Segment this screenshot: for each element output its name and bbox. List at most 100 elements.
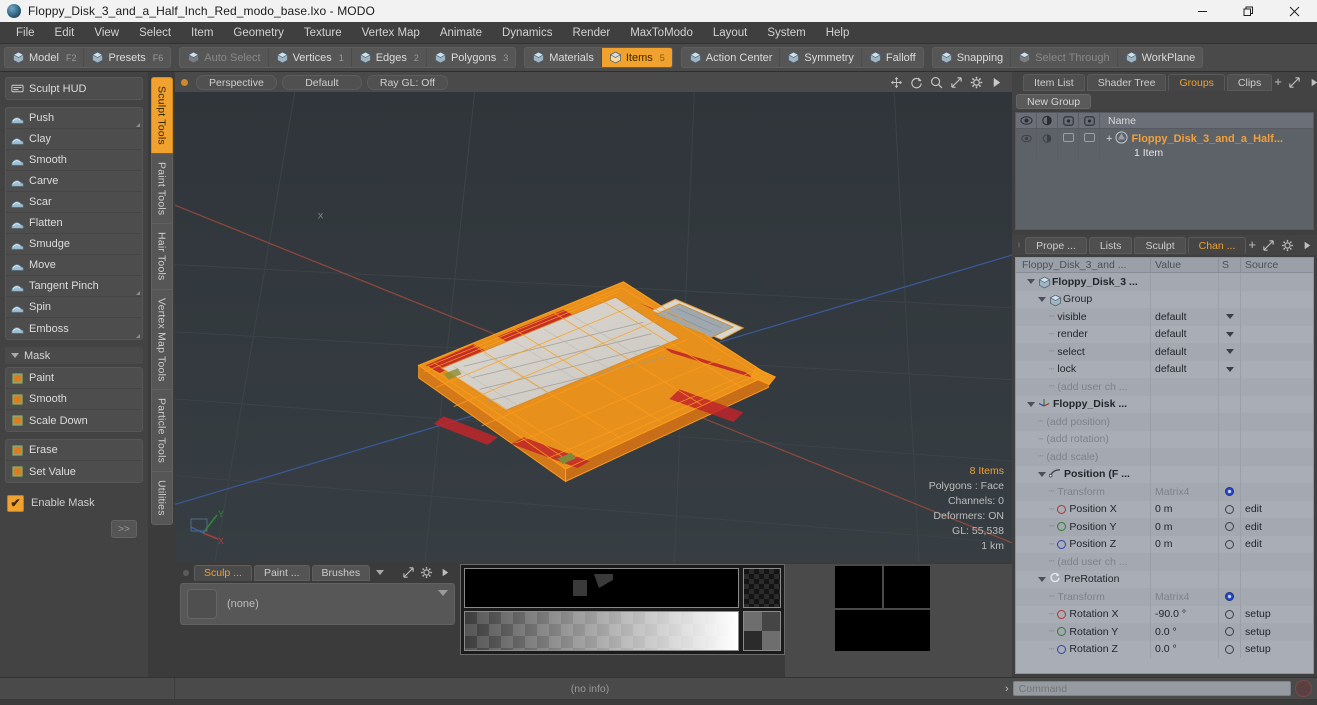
channel-state-cell[interactable]: [1219, 273, 1241, 291]
right-tab-clips[interactable]: Clips: [1226, 73, 1273, 91]
channel-name-cell[interactable]: PreRotation: [1016, 570, 1151, 588]
menu-texture[interactable]: Texture: [294, 22, 352, 44]
sculpt-tool-clay[interactable]: Clay: [6, 129, 142, 150]
channel-value-cell[interactable]: 0 m: [1151, 535, 1219, 553]
channel-name-cell[interactable]: ┄ Rotation Z: [1016, 640, 1151, 658]
channel-source-cell[interactable]: setup: [1241, 641, 1313, 659]
channel-value-cell[interactable]: -90.0 °: [1151, 605, 1219, 623]
channel-value-cell[interactable]: Matrix4: [1151, 483, 1219, 501]
channel-name-cell[interactable]: ┄ (add user ch ...: [1016, 553, 1151, 571]
gear-icon[interactable]: [1224, 486, 1235, 497]
vtab-sculpt-tools[interactable]: Sculpt Tools: [150, 77, 173, 153]
channel-row[interactable]: Position (F ...: [1016, 465, 1313, 484]
expand-plus-icon[interactable]: +: [1106, 133, 1112, 145]
channel-row[interactable]: ┄ (add position): [1016, 413, 1313, 431]
toolbar-button-items[interactable]: Items 5: [601, 48, 672, 67]
channel-state-cell[interactable]: [1219, 623, 1241, 641]
chevron-down-icon[interactable]: [1225, 331, 1234, 337]
channel-value-cell[interactable]: [1151, 290, 1219, 308]
channel-tab-3[interactable]: Chan ...: [1187, 236, 1247, 254]
channel-state-cell[interactable]: [1219, 465, 1241, 483]
menu-animate[interactable]: Animate: [430, 22, 492, 44]
tool-popup-corner-icon[interactable]: [136, 334, 140, 338]
channel-value-cell[interactable]: default: [1151, 360, 1219, 378]
menu-view[interactable]: View: [84, 22, 129, 44]
menu-dynamics[interactable]: Dynamics: [492, 22, 562, 44]
menu-item[interactable]: Item: [181, 22, 223, 44]
gradient-editor[interactable]: [460, 564, 785, 655]
channel-name-cell[interactable]: ┄ Position Z: [1016, 535, 1151, 553]
sculpt-tool-flatten[interactable]: Flatten: [6, 213, 142, 234]
channel-keyframe-icon[interactable]: [1225, 522, 1234, 532]
viewport-3d[interactable]: x Y X 8 Items Polygons: Face Channels: …: [175, 92, 1012, 562]
enable-mask-row[interactable]: ✔ Enable Mask: [5, 492, 143, 514]
channel-row[interactable]: ┄ (add rotation): [1016, 430, 1313, 448]
groups-table[interactable]: Name + Floppy_Disk_3_and_a_Half... 1 Ite…: [1015, 112, 1314, 230]
channel-state-cell[interactable]: [1219, 605, 1241, 623]
channel-state-cell[interactable]: [1219, 325, 1241, 343]
channel-value-cell[interactable]: default: [1151, 325, 1219, 343]
channel-value-cell[interactable]: [1151, 430, 1219, 448]
channel-row[interactable]: ┄ Transform Matrix4: [1016, 588, 1313, 606]
channel-keyframe-icon[interactable]: [1225, 504, 1234, 514]
command-record-button[interactable]: [1295, 680, 1312, 697]
channel-source-cell[interactable]: [1241, 343, 1313, 361]
channel-name-cell[interactable]: ┄ visible: [1016, 308, 1151, 326]
channel-name-cell[interactable]: Group: [1016, 290, 1151, 308]
channel-name-cell[interactable]: Position (F ...: [1016, 465, 1151, 483]
channel-name-cell[interactable]: ┄ (add user ch ...: [1016, 378, 1151, 396]
toolbar-button-select-through[interactable]: Select Through: [1011, 48, 1118, 67]
channel-source-cell[interactable]: [1241, 326, 1313, 344]
menu-file[interactable]: File: [6, 22, 45, 44]
group-item[interactable]: + Floppy_Disk_3_and_a_Half... 1 Item: [1100, 129, 1313, 159]
channel-value-cell[interactable]: [1151, 413, 1219, 431]
channel-source-cell[interactable]: [1241, 571, 1313, 589]
sculpt-tool-smudge[interactable]: Smudge: [6, 234, 142, 255]
checkmark-icon[interactable]: ✔: [7, 494, 24, 512]
mask-tool-paint[interactable]: Paint: [6, 368, 142, 389]
channel-state-cell[interactable]: [1219, 588, 1241, 606]
bottom-tab-2[interactable]: Brushes: [311, 564, 371, 581]
channel-name-cell[interactable]: ┄ render: [1016, 325, 1151, 343]
channel-state-cell[interactable]: [1219, 518, 1241, 536]
channel-row[interactable]: ┄ (add user ch ...: [1016, 378, 1313, 396]
channel-state-cell[interactable]: [1219, 290, 1241, 308]
mask-tool-smooth[interactable]: Smooth: [6, 389, 142, 410]
alpha-swatch-bottom[interactable]: [743, 611, 781, 651]
channel-row[interactable]: ┄ lock default: [1016, 360, 1313, 379]
channel-tab-0[interactable]: Prope ...: [1025, 236, 1087, 254]
channel-value-cell[interactable]: [1151, 273, 1219, 291]
menu-vertex-map[interactable]: Vertex Map: [352, 22, 430, 44]
command-chevron-icon[interactable]: ›: [1005, 683, 1009, 695]
expand-icon[interactable]: [1288, 76, 1301, 89]
channel-state-cell[interactable]: [1219, 640, 1241, 658]
menu-geometry[interactable]: Geometry: [223, 22, 294, 44]
channel-keyframe-icon[interactable]: [1225, 644, 1234, 654]
right-tab-shader-tree[interactable]: Shader Tree: [1086, 73, 1167, 91]
sculpt-tool-emboss[interactable]: Emboss: [6, 318, 142, 339]
channel-keyframe-icon[interactable]: [1225, 539, 1234, 549]
channel-tab-1[interactable]: Lists: [1088, 236, 1133, 254]
channel-source-cell[interactable]: [1241, 466, 1313, 484]
channel-source-cell[interactable]: [1241, 483, 1313, 501]
row-render-toggle[interactable]: [1037, 129, 1058, 159]
gear-icon[interactable]: [420, 566, 433, 579]
channel-row[interactable]: PreRotation: [1016, 570, 1313, 589]
channel-state-cell[interactable]: [1219, 395, 1241, 413]
channel-name-cell[interactable]: ┄ Transform: [1016, 588, 1151, 606]
channel-row[interactable]: ┄ Position X 0 m edit: [1016, 500, 1313, 518]
play-icon[interactable]: [1307, 76, 1317, 89]
channel-value-cell[interactable]: Matrix4: [1151, 588, 1219, 606]
channel-row[interactable]: ┄ Position Y 0 m edit: [1016, 518, 1313, 536]
channel-source-cell[interactable]: [1241, 361, 1313, 379]
channels-table[interactable]: Floppy_Disk_3_and ... Value S Source Flo…: [1015, 257, 1314, 674]
channel-name-cell[interactable]: Floppy_Disk_3 ...: [1016, 273, 1151, 291]
channel-source-cell[interactable]: setup: [1241, 623, 1313, 641]
channel-value-cell[interactable]: [1151, 378, 1219, 396]
channel-source-cell[interactable]: [1241, 448, 1313, 466]
expand-icon[interactable]: [1262, 239, 1275, 252]
play-icon[interactable]: [438, 566, 451, 579]
minimize-button[interactable]: [1179, 0, 1225, 22]
channel-row[interactable]: ┄ Rotation Z 0.0 ° setup: [1016, 640, 1313, 659]
toolbar-button-materials[interactable]: Materials: [525, 48, 602, 67]
